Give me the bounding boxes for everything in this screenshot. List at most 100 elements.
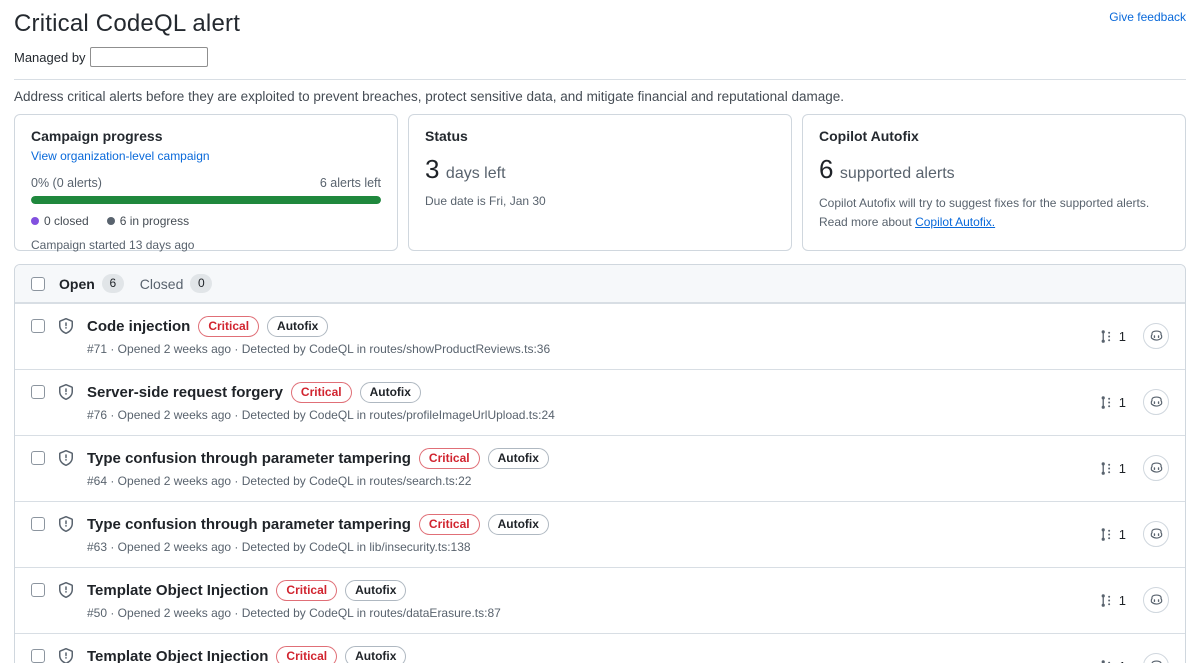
supported-alerts-number: 6 [819,154,834,184]
closed-count-badge: 0 [190,274,213,293]
alert-row: Template Object Injection Critical Autof… [15,567,1185,633]
copilot-icon[interactable] [1143,653,1169,663]
copilot-autofix-link[interactable]: Copilot Autofix. [915,215,995,229]
copilot-icon[interactable] [1143,521,1169,547]
severity-badge[interactable]: Critical [198,316,260,337]
days-left-number: 3 [425,154,440,184]
shield-alert-icon [58,516,74,532]
header-divider [14,79,1186,80]
alert-row: Template Object Injection Critical Autof… [15,633,1185,663]
due-date-label: Due date is Fri, Jan 30 [425,194,546,208]
status-card: Status 3 days left Due date is Fri, Jan … [408,114,792,251]
campaign-progress-title: Campaign progress [31,128,163,144]
alert-meta: #64 · Opened 2 weeks ago · Detected by C… [87,474,472,488]
in-progress-dot-icon [106,217,115,225]
branch-count[interactable]: 1 [1119,461,1126,476]
alert-title-link[interactable]: Type confusion through parameter tamperi… [87,516,411,533]
autofix-badge[interactable]: Autofix [359,382,421,403]
autofix-badge[interactable]: Autofix [345,580,407,601]
shield-alert-icon [58,450,74,466]
severity-badge[interactable]: Critical [290,382,352,403]
alert-row: Type confusion through parameter tamperi… [15,435,1185,501]
days-left-label: days left [445,165,506,182]
branches-icon [1099,461,1114,476]
alerts-list: Open 6 Closed 0 Code injection Critical … [14,264,1186,663]
managed-by-row: Managed by [14,47,1186,67]
tab-open-label: Open [59,275,95,292]
tab-open[interactable]: Open 6 [59,274,124,293]
select-all-checkbox[interactable] [31,276,45,291]
alert-title-link[interactable]: Type confusion through parameter tamperi… [87,450,411,467]
progress-bar [31,196,381,204]
copilot-icon[interactable] [1143,587,1169,613]
summary-cards: Campaign progress View organization-leve… [14,114,1186,252]
branch-count[interactable]: 1 [1119,527,1126,542]
copilot-autofix-card: Copilot Autofix 6 supported alerts Copil… [802,114,1186,251]
severity-badge[interactable]: Critical [418,448,480,469]
alert-row: Code injection Critical Autofix #71 · Op… [15,303,1185,369]
branches-icon [1099,329,1114,344]
closed-dot-icon [31,217,39,225]
severity-badge[interactable]: Critical [276,646,338,663]
alert-checkbox[interactable] [31,319,45,333]
tab-closed-label: Closed [139,275,184,292]
alert-meta: #76 · Opened 2 weeks ago · Detected by C… [87,408,555,422]
alert-title-link[interactable]: Template Object Injection [87,582,268,599]
alert-title-link[interactable]: Server-side request forgery [87,384,283,401]
alert-title-link[interactable]: Template Object Injection [87,648,268,663]
campaign-started-label: Campaign started 13 days ago [31,238,195,252]
supported-alerts-label: supported alerts [839,165,955,182]
branch-count[interactable]: 1 [1119,593,1126,608]
autofix-badge[interactable]: Autofix [345,646,407,663]
branch-count[interactable]: 1 [1119,395,1126,410]
open-count-badge: 6 [101,274,124,293]
alert-meta: #71 · Opened 2 weeks ago · Detected by C… [87,342,551,356]
campaign-progress-card: Campaign progress View organization-leve… [14,114,398,252]
managed-by-label: Managed by [14,49,86,65]
autofix-badge[interactable]: Autofix [487,514,549,535]
alert-checkbox[interactable] [31,649,45,663]
alerts-left-label: 6 alerts left [319,176,381,190]
shield-alert-icon [58,384,74,400]
legend-in-progress-label: 6 in progress [119,214,190,228]
branch-count[interactable]: 1 [1119,329,1126,344]
shield-alert-icon [58,318,74,334]
org-campaign-link[interactable]: View organization-level campaign [31,149,210,163]
alerts-list-header: Open 6 Closed 0 [15,265,1185,303]
shield-alert-icon [58,582,74,598]
alert-checkbox[interactable] [31,385,45,399]
autofix-badge[interactable]: Autofix [487,448,549,469]
shield-alert-icon [58,648,74,663]
branches-icon [1099,527,1114,542]
progress-bar-fill [31,196,381,204]
progress-legend: 0 closed 6 in progress [31,214,381,228]
alert-checkbox[interactable] [31,517,45,531]
legend-closed-label: 0 closed [44,214,89,228]
branches-icon [1099,593,1114,608]
copilot-icon[interactable] [1143,389,1169,415]
severity-badge[interactable]: Critical [276,580,338,601]
branches-icon [1099,659,1114,663]
alert-checkbox[interactable] [31,583,45,597]
severity-badge[interactable]: Critical [418,514,480,535]
branch-count[interactable]: 1 [1119,659,1126,663]
progress-percent-label: 0% (0 alerts) [31,176,102,190]
autofix-description: Copilot Autofix will try to suggest fixe… [819,194,1169,231]
autofix-badge[interactable]: Autofix [267,316,329,337]
tab-closed[interactable]: Closed 0 [140,274,213,293]
alert-row: Type confusion through parameter tamperi… [15,501,1185,567]
status-title: Status [425,128,468,144]
page: Give feedback Critical CodeQL alert Mana… [0,0,1200,663]
campaign-description: Address critical alerts before they are … [14,89,844,104]
give-feedback-link[interactable]: Give feedback [1109,10,1186,24]
alert-meta: #50 · Opened 2 weeks ago · Detected by C… [87,606,501,620]
copilot-icon[interactable] [1143,455,1169,481]
alert-title-link[interactable]: Code injection [87,318,190,335]
managed-by-input[interactable] [89,47,208,67]
page-title: Critical CodeQL alert [14,10,241,37]
alert-meta: #63 · Opened 2 weeks ago · Detected by C… [87,540,471,554]
branches-icon [1099,395,1114,410]
alert-checkbox[interactable] [31,451,45,465]
alert-row: Server-side request forgery Critical Aut… [15,369,1185,435]
copilot-icon[interactable] [1143,323,1169,349]
